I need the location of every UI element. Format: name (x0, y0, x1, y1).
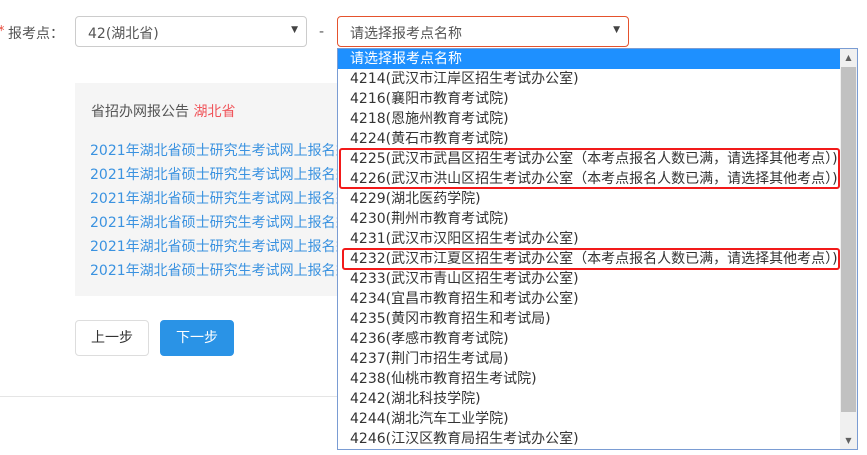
dropdown-option[interactable]: 4234(宜昌市教育招生和考试办公室) (338, 289, 841, 309)
dropdown-option[interactable]: 4244(湖北汽车工业学院) (338, 409, 841, 429)
dropdown-option[interactable]: 4229(湖北医药学院) (338, 189, 841, 209)
dropdown-option[interactable]: 4242(湖北科技学院) (338, 389, 841, 409)
dropdown-option[interactable]: 4225(武汉市武昌区招生考试办公室（本考点报名人数已满，请选择其他考点）) (338, 149, 841, 169)
announcement-link[interactable]: 2021年湖北省硕士研究生考试网上报名须 (90, 236, 345, 256)
announcement-link[interactable]: 2021年湖北省硕士研究生考试网上报名须 (90, 188, 345, 208)
panel-province: 湖北省 (193, 104, 236, 120)
announcement-link[interactable]: 2021年湖北省硕士研究生考试网上报名须 (90, 212, 345, 232)
dropdown-option[interactable]: 4218(恩施州教育考试院) (338, 109, 841, 129)
announcement-link[interactable]: 2021年湖北省硕士研究生考试网上报名须 (90, 164, 345, 184)
dropdown-option[interactable]: 4236(孝感市教育考试院) (338, 329, 841, 349)
required-mark: * (0, 24, 5, 39)
dropdown-option[interactable]: 请选择报考点名称 (338, 49, 841, 69)
scroll-down-icon[interactable]: ▼ (840, 432, 857, 449)
dropdown-option[interactable]: 4235(黄冈市教育招生和考试局) (338, 309, 841, 329)
prev-step-button[interactable]: 上一步 (75, 320, 149, 356)
divider (0, 396, 340, 397)
site-dropdown-list[interactable]: 请选择报考点名称 4214(武汉市江岸区招生考试办公室) 4216(襄阳市教育考试院… (337, 48, 858, 450)
scrollbar-thumb[interactable] (841, 67, 856, 412)
province-select[interactable]: 42(湖北省) ▼ (75, 16, 307, 47)
dropdown-scrollbar[interactable]: ▲ ▼ (840, 49, 857, 449)
caret-down-icon: ▼ (613, 25, 620, 35)
announcement-panel: 省招办网报公告 湖北省 2021年湖北省硕士研究生考试网上报名须 2021年湖北… (75, 83, 345, 296)
dropdown-option[interactable]: 4238(仙桃市教育招生考试院) (338, 369, 841, 389)
scroll-up-icon[interactable]: ▲ (840, 49, 857, 66)
dropdown-option[interactable]: 4216(襄阳市教育考试院) (338, 89, 841, 109)
separator: - (319, 24, 325, 40)
dropdown-option[interactable]: 4224(黄石市教育考试院) (338, 129, 841, 149)
dropdown-option[interactable]: 4231(武汉市汉阳区招生考试办公室) (338, 229, 841, 249)
dropdown-option[interactable]: 4230(荆州市教育考试院) (338, 209, 841, 229)
dropdown-option[interactable]: 4237(荆门市招生考试局) (338, 349, 841, 369)
dropdown-option[interactable]: 4232(武汉市江夏区招生考试办公室（本考点报名人数已满，请选择其他考点）) (338, 249, 841, 269)
announcement-link[interactable]: 2021年湖北省硕士研究生考试网上报名须 (90, 260, 345, 280)
panel-title-text: 省招办网报公告 (91, 104, 189, 120)
dropdown-option[interactable]: 4233(武汉市青山区招生考试办公室) (338, 269, 841, 289)
caret-down-icon: ▼ (291, 25, 298, 35)
panel-title: 省招办网报公告 湖北省 (91, 101, 235, 121)
site-label: 报考点： (8, 26, 64, 42)
announcement-link[interactable]: 2021年湖北省硕士研究生考试网上报名须 (90, 140, 345, 160)
site-select-value: 请选择报考点名称 (350, 26, 462, 42)
dropdown-option[interactable]: 4214(武汉市江岸区招生考试办公室) (338, 69, 841, 89)
dropdown-option[interactable]: 4246(江汉区教育局招生考试办公室) (338, 429, 841, 449)
next-step-button[interactable]: 下一步 (160, 320, 234, 356)
province-select-value: 42(湖北省) (88, 26, 159, 42)
site-select[interactable]: 请选择报考点名称 ▼ (337, 16, 629, 47)
dropdown-option[interactable]: 4226(武汉市洪山区招生考试办公室（本考点报名人数已满，请选择其他考点）) (338, 169, 841, 189)
